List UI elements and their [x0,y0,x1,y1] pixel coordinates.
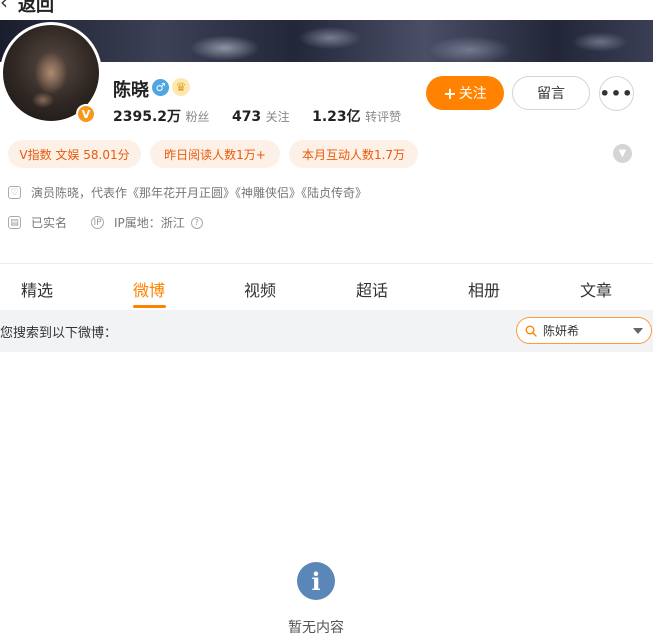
following-count[interactable]: 473 [232,109,261,125]
engagement-count: 1.23亿 [312,109,361,125]
search-icon [525,325,537,337]
ip-block: IP IP属地：浙江 ? [91,214,203,231]
profile-name: 陈晓 [113,80,149,101]
ip-location-text: IP属地：浙江 [114,216,185,230]
followers-label[interactable]: 粉丝 [185,110,209,124]
ip-icon: IP [91,216,105,229]
month-interactions-tag[interactable]: 本月互动人数1.7万 [289,140,418,168]
id-card-icon: ▤ [8,216,21,229]
tab-articles[interactable]: 文章 [580,277,612,301]
active-tab-indicator [133,305,166,308]
search-keyword: 陈妍希 [543,324,580,338]
search-filter-dropdown[interactable]: 陈妍希 [516,317,652,344]
divider [0,263,653,264]
shield-icon: ♡ [8,186,21,199]
follow-button-label: 关注 [458,86,487,102]
engagement-label: 转评赞 [365,110,402,124]
bio-row: ♡ 演员陈晓，代表作《那年花开月正圆》《神雕侠侣》《陆贞传奇》 [8,184,367,201]
following-label[interactable]: 关注 [266,110,290,124]
follow-button[interactable]: + 关注 [426,76,504,110]
top-bar: ‹ 返回 [0,0,653,20]
bio-text: 演员陈晓，代表作《那年花开月正圆》《神雕侠侣》《陆贞传奇》 [31,186,368,200]
verified-badge-icon: V [76,104,96,124]
more-options-icon[interactable]: ••• [599,76,634,111]
crown-icon[interactable]: ♛ [172,78,190,96]
tab-album[interactable]: 相册 [468,277,500,301]
meta-row: ▤ 已实名 IP IP属地：浙江 ? [8,214,203,231]
search-result-text: 您搜索到以下微博： [0,326,118,341]
back-button[interactable]: 返回 [18,0,54,17]
help-icon[interactable]: ? [190,216,203,229]
profile-stats: 2395.2万 粉丝 473 关注 1.23亿 转评赞 [113,106,419,126]
message-button[interactable]: 留言 [512,76,590,110]
empty-state-text: 暂无内容 [288,620,344,636]
expand-chevron-icon[interactable]: ▼ [613,144,632,163]
followers-count[interactable]: 2395.2万 [113,109,181,125]
tab-weibo[interactable]: 微博 [133,277,165,301]
back-arrow-icon[interactable]: ‹ [0,0,8,14]
tab-video[interactable]: 视频 [244,277,276,301]
male-icon: ♂ [152,79,169,96]
dropdown-arrow-icon [633,327,643,334]
tab-featured[interactable]: 精选 [21,277,53,301]
realname-text: 已实名 [31,216,68,230]
plus-icon: + [443,83,457,103]
info-icon: i [297,562,335,600]
v-index-tag[interactable]: V指数 文娱 58.01分 [8,140,141,168]
yesterday-reads-tag[interactable]: 昨日阅读人数1万+ [150,140,280,168]
tab-super-topic[interactable]: 超话 [356,277,388,301]
